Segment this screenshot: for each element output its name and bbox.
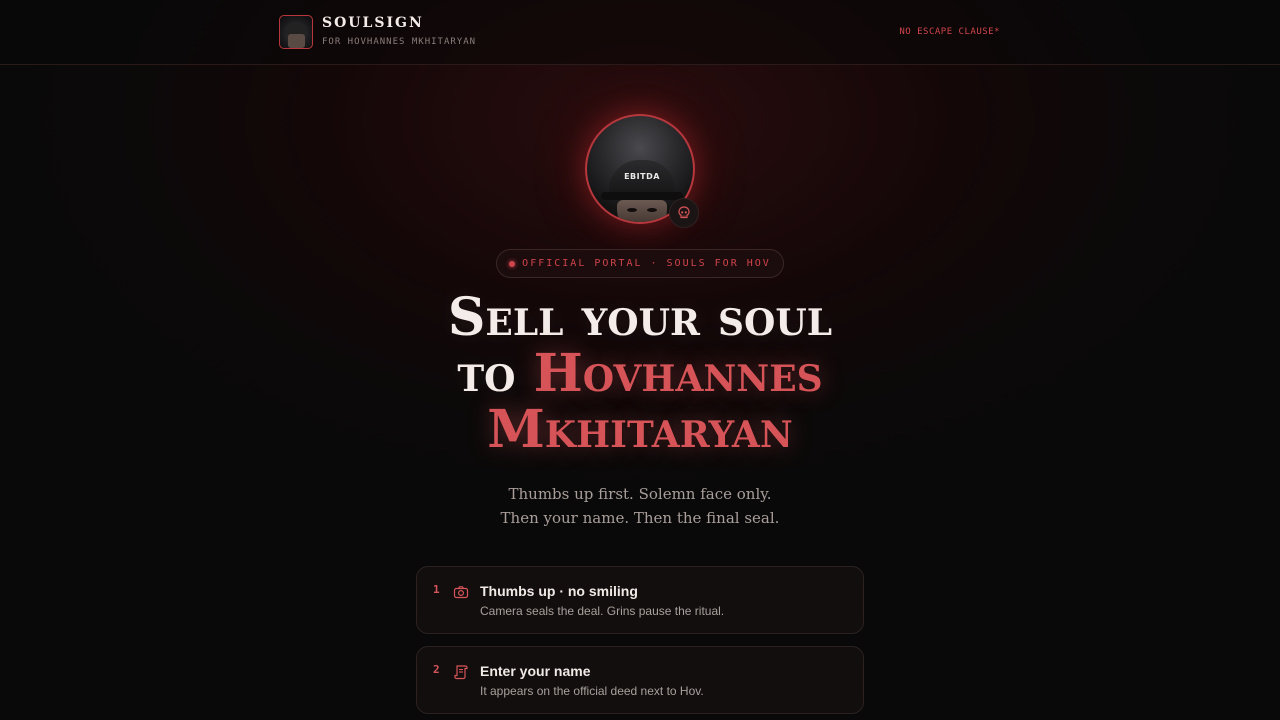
- skull-badge: [669, 198, 699, 228]
- step-title: Thumbs up · no smiling: [480, 583, 638, 599]
- headline-line-1: Sell your soul: [447, 287, 833, 348]
- brand-subtitle: FOR HOVHANNES MKHITARYAN: [322, 37, 477, 47]
- no-escape-clause-link[interactable]: NO ESCAPE CLAUSE*: [899, 27, 1000, 37]
- left-eye: [627, 208, 637, 212]
- step-number: 1: [433, 583, 440, 596]
- official-portal-badge: OFFICIAL PORTAL · SOULS FOR HOV: [496, 249, 784, 278]
- right-eye: [647, 208, 657, 212]
- step-number: 2: [433, 663, 440, 676]
- status-dot: [509, 260, 516, 267]
- page-headline: Sell your soul to Hovhannes Mkhitaryan: [0, 290, 1280, 458]
- headline-name-first: Hovhannes: [533, 343, 823, 404]
- badge-text: OFFICIAL PORTAL · SOULS FOR HOV: [522, 258, 771, 269]
- cap-text: EBITDA: [624, 172, 660, 181]
- headline-name-last: Mkhitaryan: [487, 399, 793, 460]
- step-title: Enter your name: [480, 663, 591, 679]
- step-card-enter-name[interactable]: 2 Enter your name It appears on the offi…: [416, 646, 864, 714]
- hero-subcopy: Thumbs up first. Solemn face only. Then …: [0, 482, 1280, 530]
- top-navigation-bar: SOULSIGN FOR HOVHANNES MKHITARYAN NO ESC…: [0, 0, 1280, 65]
- subcopy-line-1: Thumbs up first. Solemn face only.: [508, 485, 772, 503]
- step-description: Camera seals the deal. Grins pause the r…: [480, 604, 725, 618]
- skull-icon: [678, 206, 690, 219]
- brand-name[interactable]: SOULSIGN: [322, 15, 424, 31]
- cap-brim: [601, 192, 683, 200]
- face-shape: [617, 200, 667, 222]
- subcopy-line-2: Then your name. Then the final seal.: [500, 509, 780, 527]
- camera-icon: [453, 586, 469, 599]
- headline-to: to: [457, 343, 534, 404]
- scroll-icon: [454, 665, 468, 680]
- brand-logo-avatar[interactable]: [279, 15, 313, 49]
- step-description: It appears on the official deed next to …: [480, 684, 704, 698]
- step-card-thumbs-up[interactable]: 1 Thumbs up · no smiling Camera seals th…: [416, 566, 864, 634]
